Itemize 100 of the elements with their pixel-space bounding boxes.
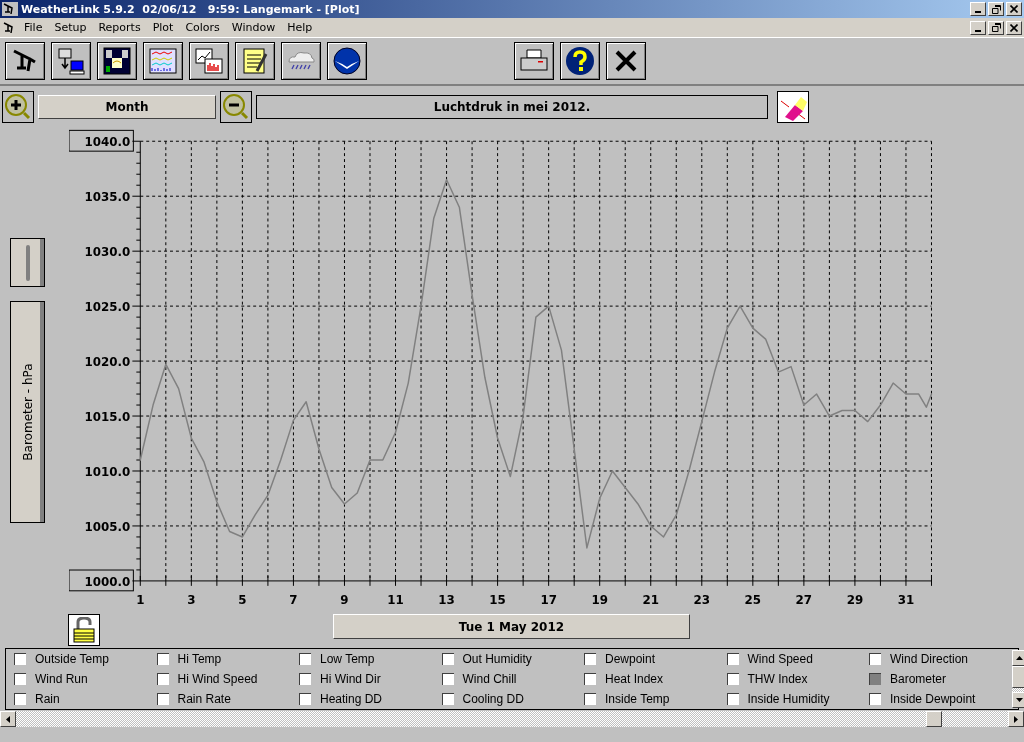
- checkbox-label: Wind Speed: [747, 652, 813, 666]
- notepad-icon: [240, 46, 270, 76]
- graph-windows-icon: [194, 46, 224, 76]
- station-button[interactable]: [5, 42, 45, 80]
- checkbox-label: Hi Wind Dir: [320, 672, 381, 686]
- scroll-left-button[interactable]: [0, 711, 16, 727]
- checkbox-label: Heat Index: [605, 672, 664, 686]
- strip-chart-button[interactable]: [143, 42, 183, 80]
- axis-scale-button[interactable]: [10, 238, 45, 287]
- scroll-down-button[interactable]: [1011, 692, 1024, 708]
- checkbox-label: Low Temp: [320, 652, 375, 666]
- checkbox[interactable]: [299, 653, 311, 665]
- checkbox-label: Inside Temp: [605, 692, 670, 706]
- checkbox[interactable]: [726, 693, 739, 705]
- x-tick-label: 17: [540, 592, 558, 607]
- eraser-button[interactable]: [777, 91, 809, 123]
- vertical-scrollbar[interactable]: [1011, 650, 1024, 708]
- computer-download-icon: [56, 46, 86, 76]
- x-tick-label: 27: [796, 592, 813, 607]
- axis-limit-box[interactable]: [69, 129, 135, 152]
- lock-button[interactable]: [68, 614, 100, 646]
- checkbox[interactable]: [156, 673, 169, 685]
- menu-item[interactable]: Reports: [92, 21, 147, 34]
- period-button[interactable]: Month: [38, 95, 216, 119]
- x-tick-label: 19: [591, 592, 609, 607]
- help-button[interactable]: [560, 42, 600, 80]
- bar-icon: [25, 244, 30, 281]
- y-tick-label: 1025.0: [84, 300, 131, 315]
- scroll-right-button[interactable]: [1008, 711, 1024, 727]
- x-tick-label: 1: [136, 592, 145, 607]
- checkbox[interactable]: [14, 673, 26, 685]
- zoom-in-button[interactable]: [2, 91, 34, 123]
- checkbox[interactable]: [869, 693, 881, 705]
- checkbox-label: Inside Humidity: [747, 692, 830, 706]
- checkbox[interactable]: [441, 693, 454, 705]
- y-tick-label: 1000.0: [84, 574, 131, 589]
- checkbox[interactable]: [299, 673, 311, 685]
- scroll-thumb[interactable]: [1011, 666, 1024, 688]
- close-button[interactable]: [1006, 20, 1022, 35]
- x-tick-label: 25: [744, 592, 762, 607]
- notes-button[interactable]: [235, 42, 275, 80]
- checkbox-label: Wind Chill: [462, 672, 517, 686]
- checkbox[interactable]: [869, 673, 881, 685]
- y-axis-button[interactable]: Barometer - hPa: [10, 301, 45, 523]
- checkbox-label: Heating DD: [320, 692, 383, 706]
- checkbox-label: THW Index: [747, 672, 808, 686]
- download-button[interactable]: [51, 42, 91, 80]
- menu-item[interactable]: Colors: [179, 21, 226, 34]
- checkbox[interactable]: [726, 673, 739, 685]
- zoom-out-button[interactable]: [220, 91, 252, 123]
- checkbox[interactable]: [869, 653, 881, 665]
- y-tick-label: 1030.0: [84, 245, 131, 260]
- x-tick-label: 23: [693, 592, 711, 607]
- x-tick-label: 21: [642, 592, 660, 607]
- right-arrow-icon: [1014, 715, 1018, 723]
- x-tick-label: 5: [238, 592, 247, 607]
- close-button[interactable]: [1006, 2, 1022, 16]
- scroll-thumb[interactable]: [926, 711, 942, 727]
- console-button[interactable]: [97, 42, 137, 80]
- print-button[interactable]: [514, 42, 554, 80]
- graph-button[interactable]: [189, 42, 229, 80]
- checkbox[interactable]: [584, 653, 596, 665]
- date-button[interactable]: Tue 1 May 2012: [333, 614, 690, 639]
- minimize-button[interactable]: [970, 20, 986, 35]
- axis-limit-box[interactable]: [69, 569, 135, 592]
- menu-item[interactable]: Window: [225, 21, 282, 34]
- bird-emblem-icon: [332, 46, 362, 76]
- checkbox[interactable]: [156, 693, 169, 705]
- checkbox-label: Hi Wind Speed: [177, 672, 258, 686]
- checkbox[interactable]: [14, 653, 26, 665]
- scroll-up-button[interactable]: [1011, 650, 1024, 666]
- checkbox[interactable]: [726, 653, 739, 665]
- noaa-button[interactable]: [327, 42, 367, 80]
- menu-item[interactable]: Help: [281, 21, 319, 34]
- x-tick-label: 13: [438, 592, 456, 607]
- restore-button[interactable]: [988, 20, 1004, 35]
- checkbox-label: Rain: [35, 692, 60, 706]
- checkbox-label: Wind Direction: [890, 652, 969, 666]
- help-icon: [565, 46, 595, 76]
- minimize-button[interactable]: [970, 2, 986, 16]
- menu-item[interactable]: Plot: [146, 21, 180, 34]
- left-arrow-icon: [6, 715, 10, 723]
- checkbox[interactable]: [299, 693, 311, 705]
- checkbox[interactable]: [441, 673, 454, 685]
- checkbox[interactable]: [584, 673, 596, 685]
- checkbox[interactable]: [584, 693, 596, 705]
- checkbox-label: Inside Dewpoint: [890, 692, 976, 706]
- exit-button[interactable]: [606, 42, 646, 80]
- y-tick-label: 1035.0: [84, 190, 131, 205]
- checkbox[interactable]: [441, 653, 454, 665]
- scroll-track[interactable]: [1011, 688, 1024, 692]
- checkbox[interactable]: [14, 693, 26, 705]
- menu-item[interactable]: Setup: [48, 21, 93, 34]
- checkbox-label: Hi Temp: [177, 652, 222, 666]
- forecast-button[interactable]: [281, 42, 321, 80]
- restore-button[interactable]: [988, 2, 1004, 16]
- x-tick-label: 3: [187, 592, 196, 607]
- checkbox[interactable]: [156, 653, 169, 665]
- y-tick-label: 1010.0: [84, 464, 131, 479]
- menu-item[interactable]: File: [18, 21, 49, 34]
